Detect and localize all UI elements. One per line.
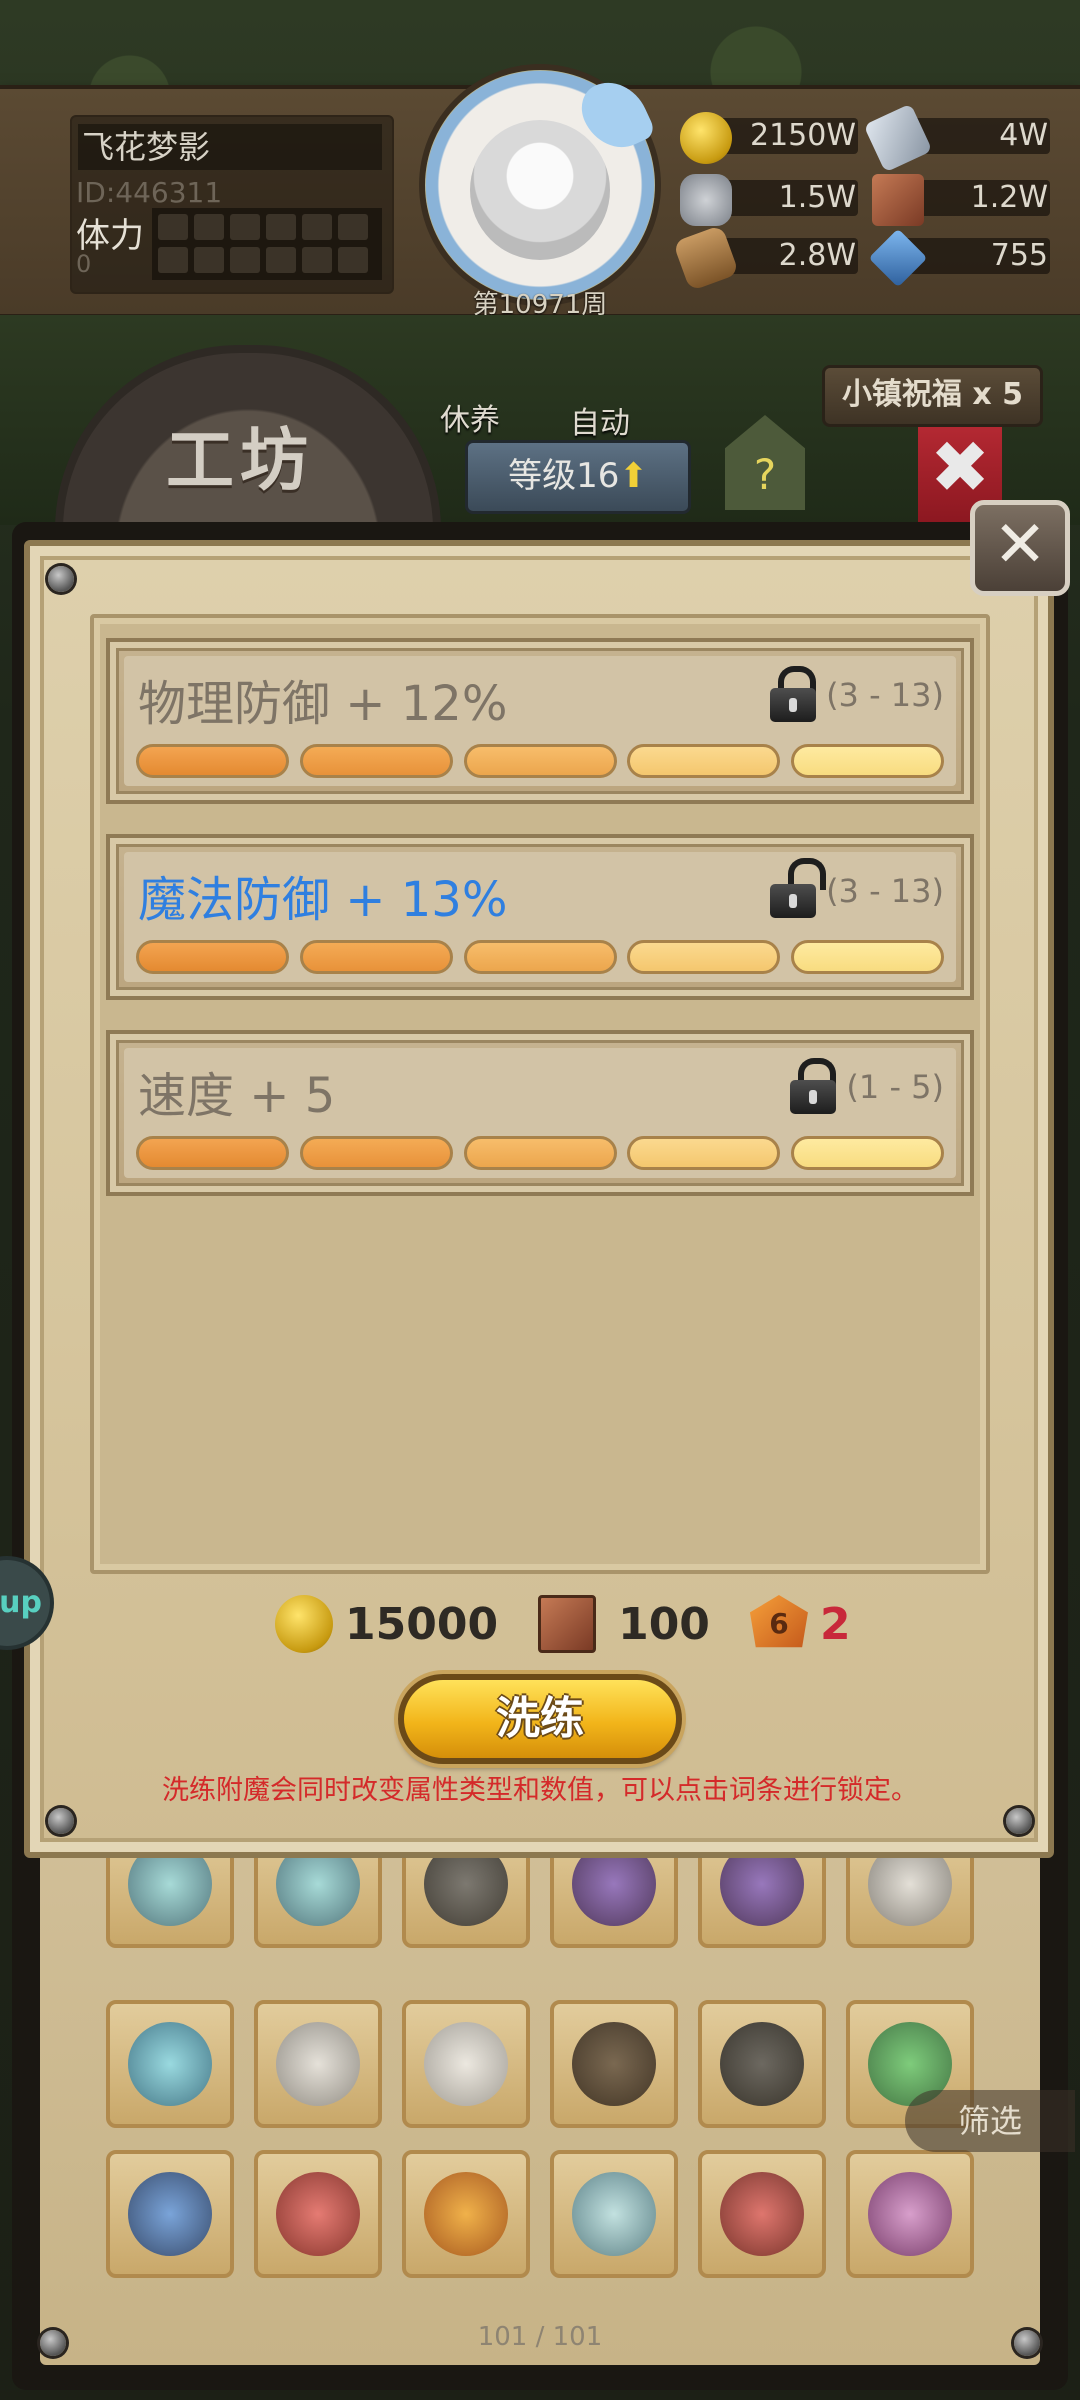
- attribute-entry-magic-defense[interactable]: 魔法防御 + 13% (3 - 13): [106, 834, 974, 1000]
- resource-leather: 1.2W: [872, 174, 1052, 226]
- attribute-range: (3 - 13): [826, 872, 944, 910]
- resource-stone: 1.5W: [680, 174, 860, 226]
- resource-row-2: 1.5W 1.2W: [680, 174, 1064, 226]
- gold-cost: 15000: [345, 1598, 499, 1650]
- enchant-gem-icon: 6: [749, 1595, 808, 1648]
- resource-gold: 2150W: [680, 112, 860, 164]
- attribute-range: (1 - 5): [846, 1068, 944, 1106]
- lock-closed-icon[interactable]: [790, 1058, 836, 1114]
- player-id: ID:446311: [76, 176, 223, 209]
- stamina-meter: [152, 208, 382, 280]
- attribute-name: 物理防御 + 12%: [138, 676, 508, 732]
- attribute-entry-physical-defense[interactable]: 物理防御 + 12% (3 - 13): [106, 638, 974, 804]
- level-up-arrow-icon: ⬆: [619, 456, 648, 496]
- corner-stud: [1006, 1808, 1032, 1834]
- lock-open-icon[interactable]: [770, 858, 826, 918]
- rest-button[interactable]: 休养: [440, 395, 500, 439]
- attribute-range: (3 - 13): [826, 676, 944, 714]
- resource-row-1: 2150W 4W: [680, 103, 1064, 173]
- inventory-slot[interactable]: [254, 2150, 382, 2278]
- town-blessing-badge[interactable]: 小镇祝福 x 5: [822, 365, 1043, 427]
- lock-closed-icon[interactable]: [770, 666, 816, 722]
- corner-stud: [40, 2330, 66, 2356]
- inventory-slot[interactable]: [550, 2000, 678, 2128]
- workshop-level-button[interactable]: 等级16⬆: [465, 440, 691, 514]
- attribute-name: 魔法防御 + 13%: [138, 872, 508, 928]
- refine-button[interactable]: 洗练: [398, 1674, 682, 1764]
- gem-cost: 2: [819, 1598, 851, 1650]
- refine-hint: 洗练附魔会同时改变属性类型和数值，可以点击词条进行锁定。: [162, 1775, 918, 1806]
- close-hammer-icon: ✕: [993, 508, 1047, 582]
- inventory-slot[interactable]: [698, 2150, 826, 2278]
- corner-stud: [48, 566, 74, 592]
- page-indicator: 101 / 101: [477, 2322, 603, 2352]
- inventory-slot[interactable]: [106, 2150, 234, 2278]
- corner-stud: [48, 1808, 74, 1834]
- inventory-slot[interactable]: [550, 2150, 678, 2278]
- auto-button[interactable]: 自动: [570, 398, 630, 442]
- inventory-slot[interactable]: [254, 2000, 382, 2128]
- attribute-quality-bar: [136, 1136, 944, 1170]
- inventory-slot[interactable]: [698, 2000, 826, 2128]
- avatar-portrait: [470, 120, 610, 260]
- inventory-slot[interactable]: [106, 2000, 234, 2128]
- inventory-slot[interactable]: [402, 2000, 530, 2128]
- refine-cost: 15000 100 6 2: [275, 1592, 891, 1656]
- stamina-value: 0: [76, 250, 92, 278]
- resource-crystal: 755: [868, 228, 1052, 288]
- gold-coin-icon: [275, 1595, 333, 1653]
- player-name: 飞花梦影: [78, 124, 382, 170]
- scroll-icon: [538, 1595, 597, 1653]
- scroll-cost: 100: [618, 1598, 710, 1650]
- resource-iron: 4W: [863, 103, 1052, 173]
- crossed-swords-icon: ✖: [929, 425, 991, 509]
- filter-button[interactable]: 筛选: [905, 2090, 1075, 2152]
- attribute-entry-speed[interactable]: 速度 + 5 (1 - 5): [106, 1030, 974, 1196]
- level-label: 等级16: [508, 456, 620, 496]
- resource-wood: 2.8W: [672, 224, 860, 292]
- inventory-grid: [40, 1820, 1040, 2365]
- attribute-name: 速度 + 5: [138, 1068, 336, 1124]
- close-button[interactable]: ✕: [970, 500, 1070, 596]
- corner-stud: [1014, 2330, 1040, 2356]
- inventory-slot[interactable]: [846, 2150, 974, 2278]
- attribute-quality-bar: [136, 744, 944, 778]
- inventory-slot[interactable]: [402, 2150, 530, 2278]
- workshop-title: 工坊: [165, 422, 314, 501]
- resource-row-3: 2.8W 755: [672, 224, 1064, 292]
- attribute-quality-bar: [136, 940, 944, 974]
